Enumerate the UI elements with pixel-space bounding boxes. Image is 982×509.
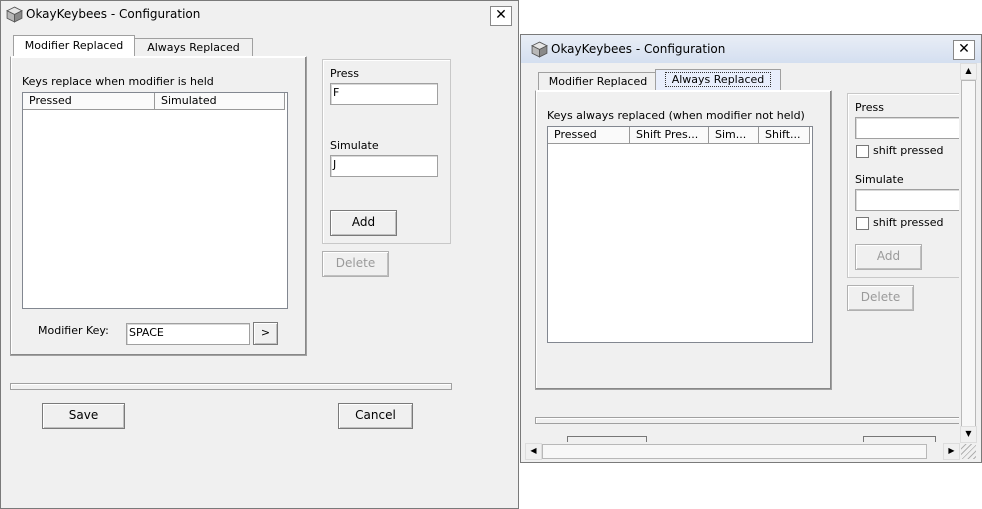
title-bar: OkayKeybees - Configuration ✕: [521, 35, 981, 63]
horizontal-scrollbar[interactable]: ◀ ▶: [525, 442, 960, 460]
arrow-left-icon: ◀: [530, 446, 537, 455]
simulate-label: Simulate: [330, 139, 379, 152]
shift-pressed-label: shift pressed: [873, 144, 944, 157]
config-window-2: OkayKeybees - Configuration ✕ Modifier R…: [520, 34, 982, 463]
tab-label: Always Replaced: [147, 41, 240, 54]
tab-always-replaced[interactable]: Always Replaced: [134, 38, 253, 58]
column-header-simulated[interactable]: Simulated: [155, 93, 285, 110]
separator: [10, 383, 452, 390]
add-button[interactable]: Add: [855, 244, 922, 270]
simulate-field[interactable]: J: [330, 155, 438, 177]
cube-icon: [6, 6, 23, 23]
scroll-up-button[interactable]: ▲: [960, 63, 977, 80]
column-header-pressed[interactable]: Pressed: [23, 93, 155, 110]
column-header-pressed[interactable]: Pressed: [548, 127, 630, 144]
horizontal-scroll-thumb[interactable]: [542, 444, 927, 459]
scroll-left-button[interactable]: ◀: [525, 443, 542, 460]
scroll-right-button[interactable]: ▶: [943, 443, 960, 460]
press-label: Press: [855, 101, 884, 114]
key-list[interactable]: Pressed Shift Pres... Sim... Shift...: [547, 126, 813, 343]
tab-always-replaced[interactable]: Always Replaced: [655, 69, 781, 92]
close-button[interactable]: ✕: [490, 6, 512, 26]
simulate-field[interactable]: [855, 189, 963, 211]
tab-modifier-replaced[interactable]: Modifier Replaced: [538, 72, 658, 92]
key-list[interactable]: Pressed Simulated: [22, 92, 288, 309]
arrow-down-icon: ▼: [965, 429, 972, 438]
add-button[interactable]: Add: [330, 210, 397, 236]
column-header-shift-pressed[interactable]: Shift Pres...: [630, 127, 709, 144]
tab-label: Modifier Replaced: [24, 39, 124, 52]
group-label: Keys replace when modifier is held: [22, 75, 214, 88]
close-icon: ✕: [495, 7, 507, 23]
delete-button[interactable]: Delete: [322, 251, 389, 277]
arrow-right-icon: ▶: [948, 446, 955, 455]
cancel-button[interactable]: Cancel: [338, 403, 413, 429]
column-header-simulated[interactable]: Sim...: [709, 127, 759, 144]
modifier-key-field[interactable]: SPACE: [126, 323, 250, 345]
close-button[interactable]: ✕: [953, 40, 975, 60]
arrow-up-icon: ▲: [965, 66, 972, 75]
shift-simulated-checkbox[interactable]: [856, 217, 869, 230]
cube-icon: [531, 41, 548, 58]
tab-label: Always Replaced: [664, 72, 772, 87]
separator: [535, 417, 960, 424]
column-header-shift[interactable]: Shift...: [759, 127, 810, 144]
config-window-1: OkayKeybees - Configuration ✕ Modifier R…: [0, 0, 519, 509]
vertical-scroll-thumb[interactable]: [961, 80, 976, 427]
group-label: Keys always replaced (when modifier not …: [547, 109, 805, 122]
shift-pressed-checkbox[interactable]: [856, 145, 869, 158]
delete-button[interactable]: Delete: [847, 285, 914, 311]
tab-label: Modifier Replaced: [548, 75, 648, 88]
window-title: OkayKeybees - Configuration: [551, 42, 726, 56]
window-title: OkayKeybees - Configuration: [26, 7, 201, 21]
save-button[interactable]: Save: [42, 403, 125, 429]
modifier-key-label: Modifier Key:: [38, 324, 109, 337]
press-field[interactable]: F: [330, 83, 438, 105]
shift-simulated-label: shift pressed: [873, 216, 944, 229]
vertical-scrollbar[interactable]: ▲ ▼: [959, 63, 977, 443]
press-label: Press: [330, 67, 359, 80]
modifier-key-button[interactable]: >: [253, 322, 278, 345]
scroll-down-button[interactable]: ▼: [960, 426, 977, 443]
resize-grip-icon[interactable]: [961, 444, 976, 459]
close-icon: ✕: [958, 41, 970, 57]
simulate-label: Simulate: [855, 173, 904, 186]
title-bar: OkayKeybees - Configuration ✕: [1, 1, 518, 29]
press-field[interactable]: [855, 117, 963, 139]
tab-modifier-replaced[interactable]: Modifier Replaced: [13, 35, 135, 58]
